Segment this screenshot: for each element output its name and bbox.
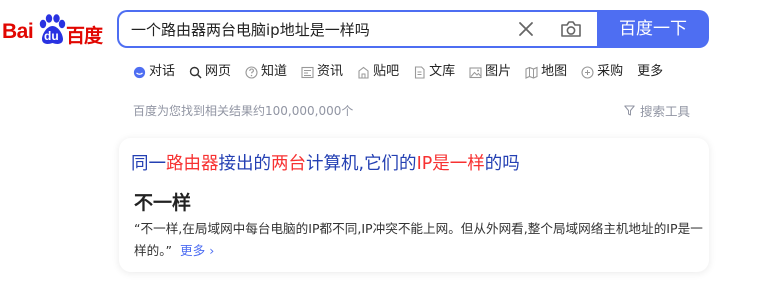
title-part-highlight: 路由器 bbox=[166, 154, 219, 174]
news-icon bbox=[301, 66, 314, 78]
tab-purchase[interactable]: 采购 bbox=[581, 62, 623, 82]
more-link[interactable]: 更多 › bbox=[180, 243, 214, 258]
camera-icon[interactable] bbox=[560, 19, 582, 39]
title-part: 同一 bbox=[131, 154, 166, 174]
search-tabs: 对话 网页 知道 资讯 贴吧 文库 图片 地图 采购 更多 bbox=[133, 62, 677, 82]
title-part: 接出的 bbox=[218, 154, 272, 174]
logo-text-du: du bbox=[44, 29, 59, 43]
title-part-highlight: 两台 bbox=[271, 154, 306, 174]
result-card: 同一路由器接出的两台计算机,它们的IP是一样的吗 不一样 “不一样,在局域网中每… bbox=[119, 138, 709, 272]
tab-label: 网页 bbox=[205, 64, 232, 79]
search-tools-label: 搜索工具 bbox=[640, 104, 691, 119]
tab-label: 资讯 bbox=[317, 64, 344, 79]
logo-text-bai: Bai bbox=[2, 20, 34, 43]
chevron-right-icon: › bbox=[205, 243, 215, 258]
title-part: 计算机,它们的 bbox=[306, 154, 417, 174]
search-icon bbox=[189, 66, 202, 79]
tab-label: 贴吧 bbox=[373, 64, 400, 79]
tab-label: 采购 bbox=[597, 64, 624, 79]
chat-icon bbox=[133, 66, 146, 78]
tab-web[interactable]: 网页 bbox=[189, 62, 231, 82]
tab-label: 更多 bbox=[637, 64, 664, 79]
map-icon bbox=[525, 66, 538, 79]
more-label: 更多 bbox=[180, 243, 206, 258]
tieba-icon bbox=[358, 66, 369, 79]
result-answer: 不一样 bbox=[134, 192, 192, 214]
tab-map[interactable]: 地图 bbox=[525, 62, 567, 82]
tab-chat[interactable]: 对话 bbox=[133, 62, 175, 82]
result-snippet: “不一样,在局域网中每台电脑的IP都不同,IP冲突不能上网。但从外网看,整个局域… bbox=[134, 218, 704, 262]
tab-label: 图片 bbox=[485, 64, 512, 79]
search-tools-button[interactable]: 搜索工具 bbox=[624, 101, 690, 120]
title-part: 的吗 bbox=[484, 154, 520, 174]
result-title-link[interactable]: 同一路由器接出的两台计算机,它们的IP是一样的吗 bbox=[131, 150, 520, 175]
filter-icon bbox=[624, 105, 635, 116]
snippet-text: “不一样,在局域网中每台电脑的IP都不同,IP冲突不能上网。但从外网看,整个局域… bbox=[134, 221, 703, 258]
search-input[interactable] bbox=[131, 12, 501, 46]
doc-icon bbox=[415, 65, 425, 79]
question-icon bbox=[245, 65, 258, 79]
tab-label: 地图 bbox=[541, 64, 568, 79]
tab-label: 知道 bbox=[261, 64, 288, 79]
result-count: 百度为您找到相关结果约100,000,000个 bbox=[133, 104, 354, 118]
baidu-logo[interactable]: Bai du 百度 bbox=[0, 14, 104, 50]
tab-news[interactable]: 资讯 bbox=[301, 62, 343, 82]
tab-images[interactable]: 图片 bbox=[469, 62, 511, 82]
search-box bbox=[117, 10, 599, 48]
search-button[interactable]: 百度一下 bbox=[597, 10, 709, 48]
tab-zhidao[interactable]: 知道 bbox=[245, 62, 287, 82]
title-part-highlight: IP是一样 bbox=[416, 154, 485, 174]
tab-wenku[interactable]: 文库 bbox=[413, 62, 455, 82]
tab-label: 对话 bbox=[149, 64, 176, 79]
tab-label: 文库 bbox=[429, 64, 456, 79]
tab-tieba[interactable]: 贴吧 bbox=[357, 62, 399, 82]
tab-more[interactable]: 更多 bbox=[637, 62, 663, 82]
close-icon[interactable] bbox=[517, 20, 535, 38]
purchase-icon bbox=[581, 65, 594, 79]
image-icon bbox=[469, 66, 482, 78]
logo-text-cn: 百度 bbox=[66, 25, 103, 47]
